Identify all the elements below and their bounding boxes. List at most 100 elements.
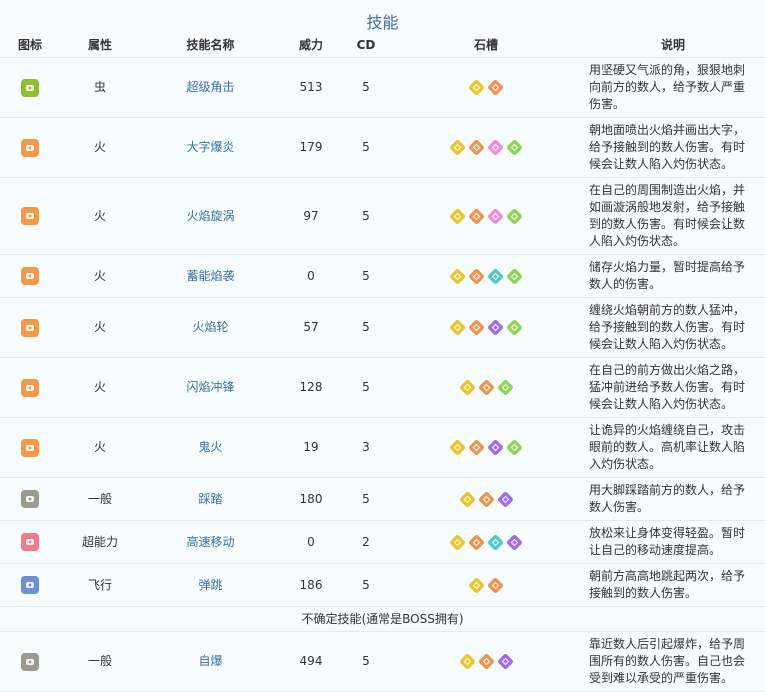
stone-slot-yellow-icon: [449, 139, 466, 156]
skill-power: 494: [281, 631, 341, 692]
header-skill-name: 技能名称: [140, 33, 281, 58]
skill-description: 放松来让身体变得轻盈。暂时让自己的移动速度提高。: [581, 520, 765, 564]
skill-name-link[interactable]: 自爆: [198, 654, 222, 668]
skill-description: 让诡异的火焰缠绕自己，攻击眼前的数人。高机率让数人陷入灼伤状态。: [581, 417, 765, 478]
skill-cd: 5: [341, 357, 391, 418]
skill-power: 128: [281, 357, 341, 418]
skill-icon-cell: [0, 297, 60, 358]
skill-power: 513: [281, 57, 341, 118]
skill-icon-cell: [0, 631, 60, 692]
skill-power: 19: [281, 417, 341, 478]
header-stone-slots: 石槽: [391, 33, 581, 58]
skill-stone-slots: [391, 117, 581, 178]
skill-stone-slots: [391, 631, 581, 692]
table-header-row: 图标 属性 技能名称 威力 CD 石槽 说明: [0, 33, 765, 58]
skill-name-cell: 大字爆炎: [140, 117, 281, 178]
stone-slot-green-icon: [506, 319, 523, 336]
skill-name-cell: 超级角击: [140, 57, 281, 118]
fire-skill-icon: [21, 138, 39, 157]
separator-row: 不确定技能(通常是BOSS拥有): [0, 606, 765, 632]
stone-slot-orange-icon: [468, 208, 485, 225]
normal-skill-icon: [21, 490, 39, 508]
skill-cd: 5: [341, 631, 391, 692]
stone-slot-teal-icon: [487, 268, 504, 285]
flying-skill-icon: [21, 576, 39, 594]
skill-description: 用坚硬又气派的角，狠狠地刺向前方的数人，给予数人严重伤害。: [581, 57, 765, 118]
skill-cd: 5: [341, 477, 391, 521]
skill-name-link[interactable]: 蓄能焰袭: [186, 269, 234, 283]
fire-skill-icon: [21, 378, 39, 397]
skill-description: 储存火焰力量，暂时提高给予数人的伤害。: [581, 254, 765, 298]
separator-label: 不确定技能(通常是BOSS拥有): [0, 606, 765, 632]
skill-type: 火: [60, 417, 140, 478]
skill-row: 飞行 弹跳 186 5 朝前方高高地跳起两次，给予接触到的数人伤害。: [0, 563, 765, 607]
stone-slot-orange-icon: [468, 268, 485, 285]
skill-type: 虫: [60, 57, 140, 118]
skill-name-link[interactable]: 鬼火: [198, 440, 222, 454]
skill-type: 火: [60, 117, 140, 178]
skill-name-link[interactable]: 闪焰冲锋: [186, 380, 234, 394]
skill-row: 火 火焰轮 57 5 缠绕火焰朝前方的数人猛冲，给予接触到的数人伤害。有时候会让数人陷入…: [0, 297, 765, 358]
skill-name-link[interactable]: 火焰旋涡: [186, 209, 234, 223]
skill-icon-cell: [0, 417, 60, 478]
skill-power: 57: [281, 297, 341, 358]
stone-slot-orange-icon: [478, 653, 495, 670]
skill-icon-cell: [0, 57, 60, 118]
fire-skill-icon: [21, 318, 39, 337]
stone-slot-yellow-icon: [449, 319, 466, 336]
stone-slot-yellow-icon: [459, 491, 476, 508]
skill-row: 火 鬼火 19 3 让诡异的火焰缠绕自己，攻击眼前的数人。高机率让数人陷入灼伤状态。: [0, 417, 765, 478]
skill-name-link[interactable]: 大字爆炎: [186, 140, 234, 154]
skill-type: 超能力: [60, 520, 140, 564]
skill-name-cell: 鬼火: [140, 417, 281, 478]
stone-slot-yellow-icon: [449, 208, 466, 225]
skill-description: 用大脚踩踏前方的数人，给予数人伤害。: [581, 477, 765, 521]
skill-row: 火 蓄能焰袭 0 5 储存火焰力量，暂时提高给予数人的伤害。: [0, 254, 765, 298]
skill-type: 一般: [60, 477, 140, 521]
skill-icon-cell: [0, 563, 60, 607]
skill-type: 火: [60, 177, 140, 255]
stone-slot-green-icon: [497, 379, 514, 396]
skill-cd: 5: [341, 117, 391, 178]
stone-slot-green-icon: [506, 268, 523, 285]
fire-skill-icon: [21, 438, 39, 457]
skill-name-link[interactable]: 踩踏: [198, 492, 222, 506]
skill-stone-slots: [391, 477, 581, 521]
skill-type: 飞行: [60, 563, 140, 607]
skill-power: 179: [281, 117, 341, 178]
skill-row: 一般 踩踏 180 5 用大脚踩踏前方的数人，给予数人伤害。: [0, 477, 765, 521]
skill-icon-cell: [0, 254, 60, 298]
stone-slot-yellow-icon: [468, 79, 485, 96]
skill-row: 火 大字爆炎 179 5 朝地面喷出火焰并画出大字，给予接触到的数人伤害。有时候会让数人…: [0, 117, 765, 178]
skill-row: 火 火焰旋涡 97 5 在自己的周围制造出火焰，并如画漩涡般地发射，给予接触到的数人伤害…: [0, 177, 765, 255]
skill-row: 虫 超级角击 513 5 用坚硬又气派的角，狠狠地刺向前方的数人，给予数人严重伤害。: [0, 57, 765, 118]
skill-icon-cell: [0, 357, 60, 418]
stone-slot-teal-icon: [487, 534, 504, 551]
skill-stone-slots: [391, 57, 581, 118]
skill-description: 在自己的前方做出火焰之路，猛冲前进给予数人伤害。有时候会让数人陷入灼伤状态。: [581, 357, 765, 418]
skill-name-link[interactable]: 弹跳: [198, 578, 222, 592]
skill-stone-slots: [391, 417, 581, 478]
skill-power: 0: [281, 520, 341, 564]
skill-name-link[interactable]: 超级角击: [186, 80, 234, 94]
stone-slot-purple-icon: [487, 439, 504, 456]
stone-slot-yellow-icon: [468, 577, 485, 594]
stone-slot-purple-icon: [487, 319, 504, 336]
skill-type: 一般: [60, 631, 140, 692]
skill-stone-slots: [391, 520, 581, 564]
stone-slot-yellow-icon: [459, 379, 476, 396]
header-description: 说明: [581, 33, 765, 58]
stone-slot-orange-icon: [487, 577, 504, 594]
skill-name-link[interactable]: 火焰轮: [192, 320, 228, 334]
skill-name-link[interactable]: 高速移动: [186, 535, 234, 549]
skill-row: 超能力 高速移动 0 2 放松来让身体变得轻盈。暂时让自己的移动速度提高。: [0, 520, 765, 564]
skill-name-cell: 火焰轮: [140, 297, 281, 358]
skill-cd: 3: [341, 417, 391, 478]
stone-slot-yellow-icon: [449, 439, 466, 456]
stone-slot-orange-icon: [468, 319, 485, 336]
skill-stone-slots: [391, 254, 581, 298]
stone-slot-orange-icon: [468, 534, 485, 551]
skill-row: 一般 自爆 494 5 靠近数人后引起爆炸，给予周围所有的数人伤害。自己也会受到难以承受…: [0, 631, 765, 692]
stone-slot-purple-icon: [497, 491, 514, 508]
skill-name-cell: 高速移动: [140, 520, 281, 564]
